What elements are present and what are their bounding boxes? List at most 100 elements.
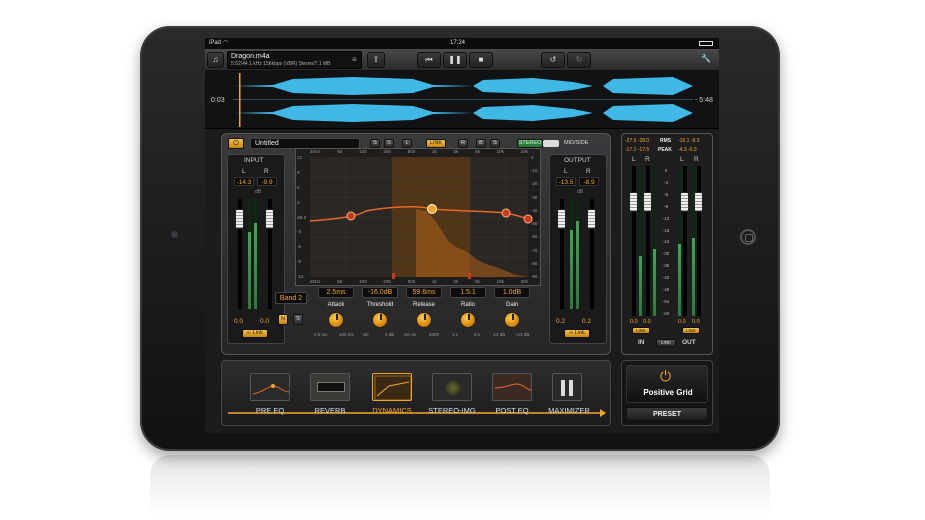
reverb-module[interactable] [310,373,350,401]
redo-icon: ↻ [575,55,583,64]
input-fader-l[interactable] [235,209,244,229]
master-in-gain-l: 0.0 [630,319,638,325]
attack-knob[interactable] [328,312,344,328]
output-meter-l [570,199,573,309]
db-label: 6 [297,184,300,190]
mode-button-r[interactable]: R [458,139,468,148]
freq-label: 20k [520,149,528,154]
master-out-fader-l[interactable] [680,192,689,212]
processor-panel: ⏻ Untitled S S L LINK R B S STEREO MID/S… [221,133,611,355]
file-info-box[interactable]: Dragon.m4a 5:52/44.1 kHz 156kbps (VBR) S… [227,51,362,69]
attack-label: Attack [327,302,345,308]
eq-display[interactable]: 20Hz 50 100 200 500 1k 2k 5k 10k 20k 20Hz 50 100 200… [295,148,541,286]
scale-label: -30 [662,251,670,257]
mode-button-s3[interactable]: S [490,139,500,148]
input-link-button[interactable]: ∞ Link [242,329,268,338]
output-fader-l[interactable] [557,209,566,229]
output-gain-l: 0.2 [556,318,566,325]
maximizer-module[interactable] [552,373,582,401]
normal-mode-button[interactable]: N [278,314,288,325]
release-knob[interactable] [416,312,432,328]
input-meter-l [248,199,251,309]
dynamics-module[interactable] [372,373,412,401]
input-peak-r: -9.9 [257,177,277,186]
music-library-button[interactable]: ♫ [207,52,224,68]
ratio-knob[interactable] [460,312,476,328]
release-max: 2000 [429,332,440,337]
stereo-switch[interactable] [543,140,559,147]
pre-eq-label: PRE EQ [255,406,285,415]
link-button[interactable]: LINK [426,139,446,148]
output-link-button[interactable]: ∞ Link [564,329,590,338]
brand-power-button[interactable]: ⏻ Positive Grid [626,365,708,403]
master-out-r-label: R [694,156,699,163]
master-in-link-button[interactable]: LINK [632,327,650,334]
release-label: Release [412,302,435,308]
master-out-fader-track-r [697,166,701,316]
pause-icon: ❚❚ [448,55,462,64]
freq-label: 1k [431,149,437,154]
solo-button[interactable]: S [293,314,303,325]
peak-label: PEAK [658,147,672,153]
db-label: 0 [531,155,534,160]
threshold-max: 0 dB [385,332,395,337]
mode-button-l[interactable]: L [402,139,412,148]
gain-knob[interactable] [504,312,520,328]
input-db-label: dB [255,189,262,195]
db-label: dB 0 [297,214,307,220]
module-power-button[interactable]: ⏻ [228,138,244,149]
share-button[interactable]: ⇪ [367,52,385,68]
scale-label: -60 [662,310,670,316]
undo-button[interactable]: ↺ [541,52,565,68]
db-label: -70 [531,247,538,253]
preset-button[interactable]: PRESET [626,407,708,421]
peak-right-values: -4.3 -0.3 [678,147,697,153]
scale-label: -42 [662,275,670,281]
mode-button-s2[interactable]: S [384,139,394,148]
power-icon: ⏻ [660,368,672,384]
db-label: -20 [531,181,538,187]
attack-min: 0.5 ms [314,332,328,337]
input-link-label: Link [252,330,263,336]
device-label: iPad [209,40,222,46]
scale-label: -3 [663,179,668,185]
wrench-icon: 🔧 [701,54,711,63]
music-note-icon: ♫ [212,55,219,64]
output-link-label: Link [574,330,585,336]
stereo-toggle[interactable]: STEREO [517,139,543,148]
stop-button[interactable]: ■ [469,52,493,68]
output-fader-r[interactable] [587,209,596,229]
output-db-label: dB [577,189,584,195]
master-in-fader-r[interactable] [643,192,652,212]
skip-back-button[interactable]: ⏮ [417,52,441,68]
threshold-knob[interactable] [372,312,388,328]
master-out-link-button[interactable]: LINK [682,327,700,334]
post-eq-module[interactable] [492,373,532,401]
scale-label: -12 [662,215,670,221]
pre-eq-module[interactable] [250,373,290,401]
freq-label: 100 [359,149,367,154]
redo-button[interactable]: ↻ [567,52,591,68]
settings-button[interactable]: 🔧 [697,52,715,68]
pause-button[interactable]: ❚❚ [443,52,467,68]
master-in-meter-r [653,166,656,316]
mode-button-s1[interactable]: S [370,139,380,148]
mode-button-b[interactable]: B [476,139,486,148]
master-out-fader-r[interactable] [694,192,703,212]
waveform-view[interactable]: 0:03 - 5:48 [205,71,719,129]
stereo-img-module[interactable] [432,373,472,401]
db-label: -6 [297,244,302,250]
db-label: -10 [531,168,538,174]
band-selector[interactable]: Band 2 [275,292,307,304]
output-title: OUTPUT [564,157,591,164]
master-in-fader-l[interactable] [629,192,638,212]
input-gain-l: 0.0 [234,318,244,325]
db-scale-left: 12 9 6 3 dB 0 -3 -6 -9 -12 [297,155,306,279]
db-label: -40 [531,207,538,213]
home-button[interactable] [740,229,756,245]
freq-label: 500 [407,149,416,154]
master-link-button[interactable]: LINK [656,339,676,347]
input-fader-r[interactable] [265,209,274,229]
db-label: 12 [297,155,303,160]
rms-label: RMS [660,138,672,144]
